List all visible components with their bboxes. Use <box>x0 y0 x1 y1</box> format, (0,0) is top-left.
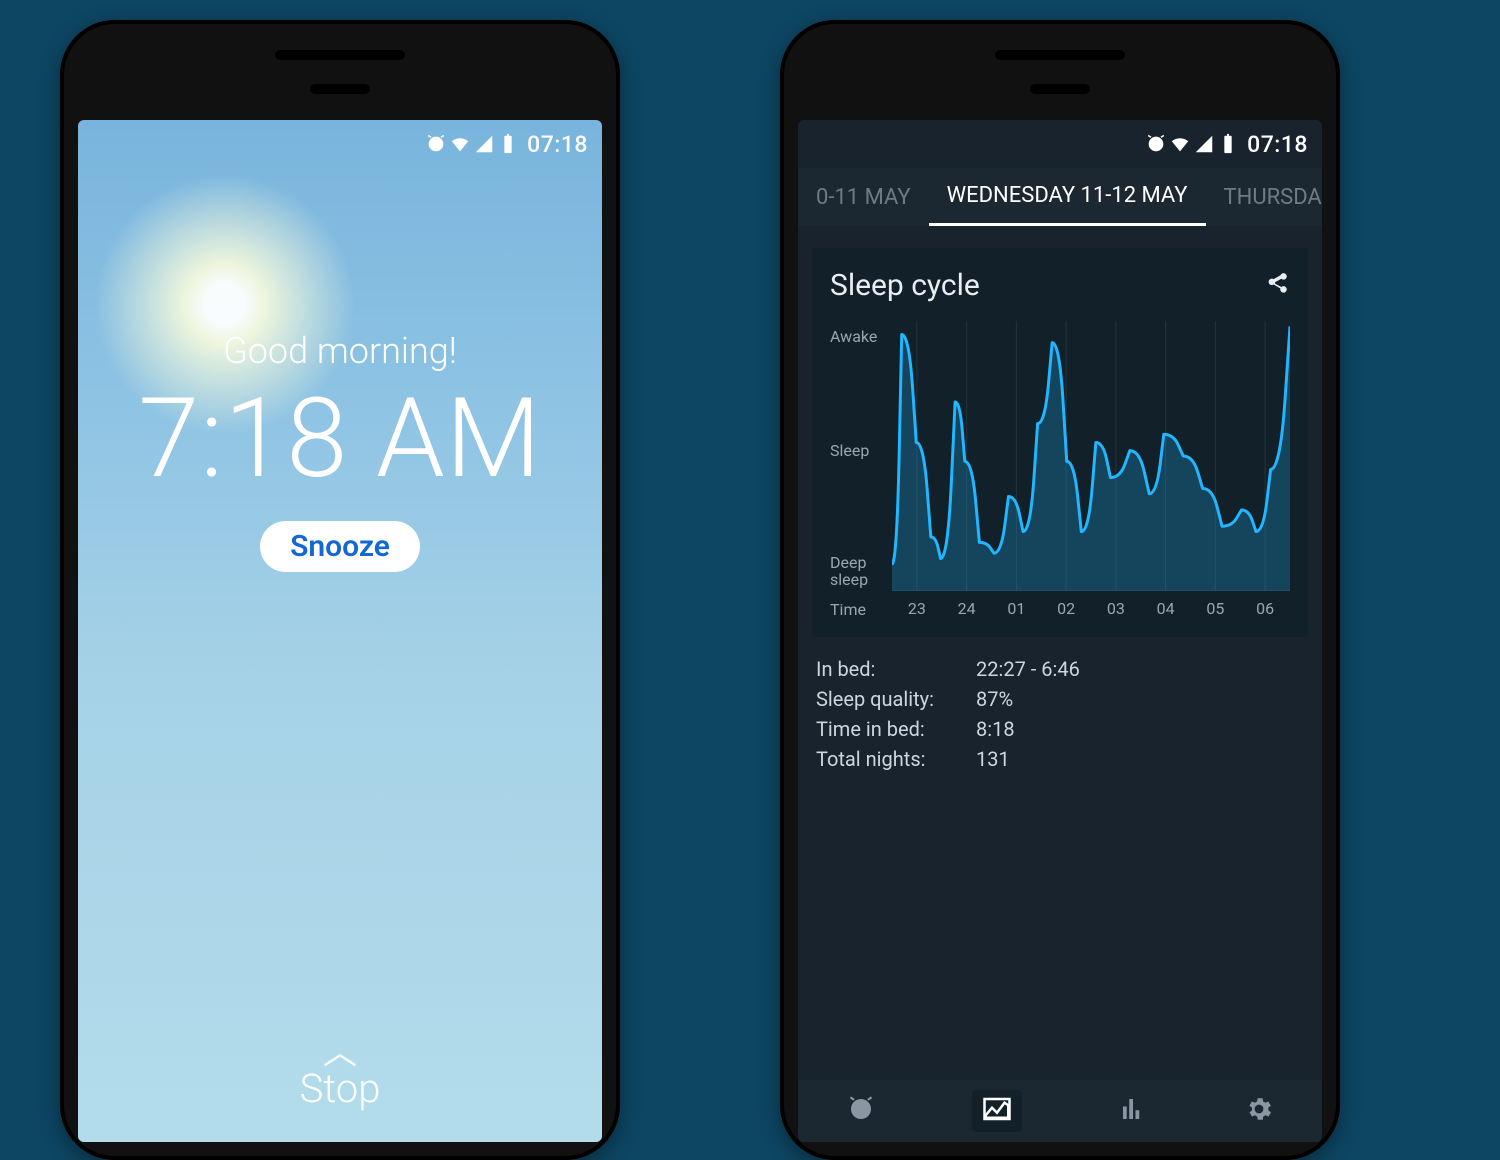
stat-label-quality: Sleep quality: <box>816 687 976 711</box>
phone-frame-stats: 07:18 0-11 MAY WEDNESDAY 11-12 MAY THURS… <box>780 20 1340 1160</box>
wifi-icon <box>1169 133 1191 155</box>
chart-y-labels: Awake Sleep Deep sleep <box>830 321 892 591</box>
chart-x-labels: 2324010203040506 <box>892 599 1290 618</box>
date-tabs: 0-11 MAY WEDNESDAY 11-12 MAY THURSDA ⋮ <box>798 168 1322 226</box>
share-icon[interactable] <box>1264 271 1290 301</box>
bottom-nav <box>798 1080 1322 1142</box>
stat-label-time-in-bed: Time in bed: <box>816 717 976 741</box>
status-time: 07:18 <box>527 131 588 158</box>
nav-stats-icon[interactable] <box>1118 1094 1148 1128</box>
stat-value-total-nights: 131 <box>976 747 1010 771</box>
ylabel-awake: Awake <box>830 327 892 346</box>
stats-screen: 07:18 0-11 MAY WEDNESDAY 11-12 MAY THURS… <box>798 120 1322 1142</box>
sleep-stats: In bed:22:27 - 6:46 Sleep quality:87% Ti… <box>816 657 1304 771</box>
stat-value-time-in-bed: 8:18 <box>976 717 1015 741</box>
stat-value-quality: 87% <box>976 687 1013 711</box>
status-bar: 07:18 <box>78 120 602 168</box>
stat-label-total-nights: Total nights: <box>816 747 976 771</box>
sleep-cycle-card: Sleep cycle Awake Sleep Deep sleep 23 <box>812 248 1308 637</box>
ylabel-deep: Deep sleep <box>830 555 892 589</box>
chevron-up-icon: ︿ <box>78 1043 602 1063</box>
tab-next-day[interactable]: THURSDA <box>1206 168 1323 226</box>
battery-icon <box>497 133 519 155</box>
nav-graph-icon[interactable] <box>972 1090 1022 1132</box>
ylabel-sleep: Sleep <box>830 441 892 460</box>
card-title: Sleep cycle <box>830 268 980 303</box>
stat-value-in-bed: 22:27 - 6:46 <box>976 657 1080 681</box>
alarm-icon <box>1145 133 1167 155</box>
snooze-button[interactable]: Snooze <box>260 521 420 572</box>
battery-icon <box>1217 133 1239 155</box>
alarm-icon <box>425 133 447 155</box>
stat-label-in-bed: In bed: <box>816 657 976 681</box>
cell-icon <box>1193 133 1215 155</box>
greeting-text: Good morning! <box>78 330 602 372</box>
wifi-icon <box>449 133 471 155</box>
cell-icon <box>473 133 495 155</box>
alarm-screen: 07:18 Good morning! 7:18 AM Snooze ︿ Sto… <box>78 120 602 1142</box>
alarm-time: 7:18 AM <box>78 374 602 503</box>
status-bar: 07:18 <box>798 120 1322 168</box>
sleep-cycle-chart <box>892 321 1290 591</box>
tab-prev-range[interactable]: 0-11 MAY <box>798 168 929 226</box>
stop-button[interactable]: ︿ Stop <box>78 1043 602 1112</box>
status-time: 07:18 <box>1247 131 1308 158</box>
phone-frame-alarm: 07:18 Good morning! 7:18 AM Snooze ︿ Sto… <box>60 20 620 1160</box>
tab-current-day[interactable]: WEDNESDAY 11-12 MAY <box>929 168 1206 226</box>
nav-settings-icon[interactable] <box>1244 1094 1274 1128</box>
stop-label: Stop <box>78 1065 602 1112</box>
nav-alarm-icon[interactable] <box>846 1094 876 1128</box>
